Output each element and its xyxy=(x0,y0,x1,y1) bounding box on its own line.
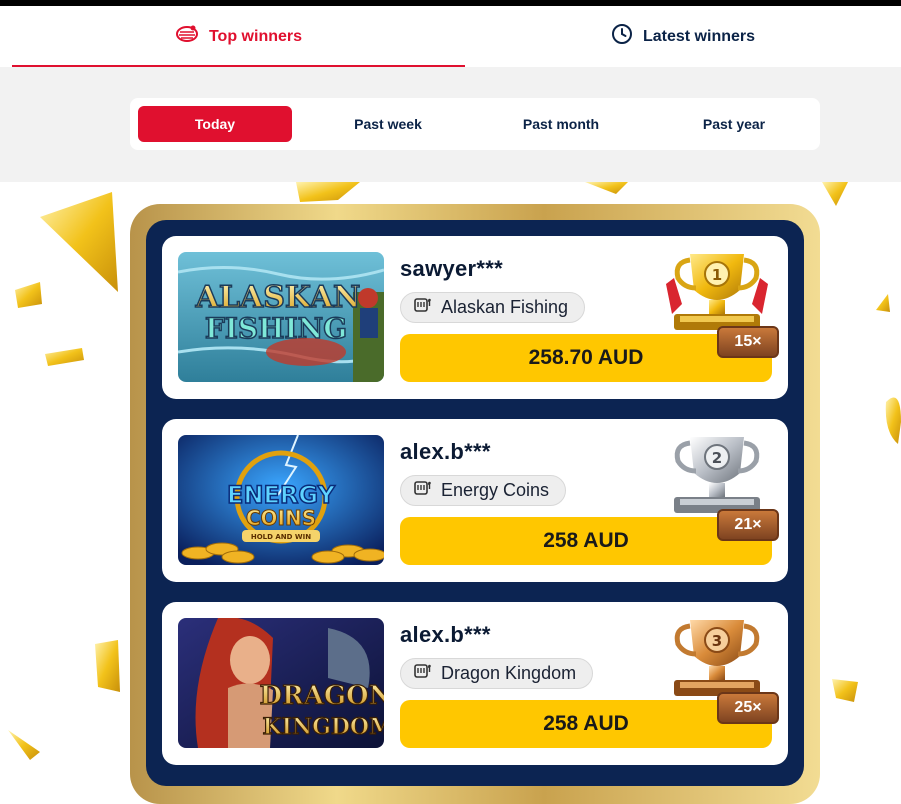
thumb-title-line2: KINGDOM xyxy=(263,714,384,740)
game-link[interactable]: Energy Coins xyxy=(400,475,567,506)
clock-icon xyxy=(611,23,633,50)
gold-trophy-icon: 1 xyxy=(662,244,772,336)
bronze-trophy-icon: 3 xyxy=(662,610,772,702)
silver-trophy-icon: 2 xyxy=(662,427,772,519)
winners-board: ALASKAN FISHING sawyer*** Alaskan Fishin… xyxy=(146,220,804,786)
game-thumbnail-alaskan-fishing[interactable]: ALASKAN FISHING xyxy=(178,252,384,382)
slot-machine-icon xyxy=(413,479,431,502)
thumb-title-line2: COINS xyxy=(246,506,316,530)
winner-card[interactable]: ALASKAN FISHING sawyer*** Alaskan Fishin… xyxy=(162,236,788,399)
game-thumbnail-dragon-kingdom[interactable]: DRAGON KINGDOM xyxy=(178,618,384,748)
period-past-week-button[interactable]: Past week xyxy=(311,106,465,142)
rank-number: 3 xyxy=(712,632,722,650)
slot-machine-icon xyxy=(413,296,431,319)
flame-stack-icon xyxy=(175,24,199,49)
multiplier-badge: 21× xyxy=(717,509,779,541)
winner-card[interactable]: DRAGON KINGDOM alex.b*** Dragon Kingdom … xyxy=(162,602,788,765)
rank-number: 2 xyxy=(712,449,722,467)
multiplier-badge: 15× xyxy=(717,326,779,358)
game-link[interactable]: Dragon Kingdom xyxy=(400,658,594,689)
thumb-title-line1: DRAGON xyxy=(260,681,384,711)
game-link[interactable]: Alaskan Fishing xyxy=(400,292,586,323)
game-name: Energy Coins xyxy=(441,480,550,500)
winners-tabs: Top winners Latest winners xyxy=(0,6,901,67)
tab-top-winners-label: Top winners xyxy=(208,27,303,45)
game-name: Alaskan Fishing xyxy=(441,297,569,317)
game-name: Dragon Kingdom xyxy=(441,663,577,683)
tab-latest-winners-label: Latest winners xyxy=(642,27,756,45)
multiplier-badge: 25× xyxy=(717,692,779,724)
tab-latest-winners[interactable]: Latest winners xyxy=(465,6,901,67)
winner-username: sawyer*** xyxy=(400,256,503,281)
thumb-title-line1: ALASKAN xyxy=(195,280,361,315)
winners-board-frame: ALASKAN FISHING sawyer*** Alaskan Fishin… xyxy=(130,204,820,804)
period-past-year-button[interactable]: Past year xyxy=(657,106,811,142)
period-selector: Today Past week Past month Past year xyxy=(130,98,820,150)
slot-machine-icon xyxy=(413,662,431,685)
period-filter-bar: Today Past week Past month Past year xyxy=(0,67,901,182)
period-today-button[interactable]: Today xyxy=(138,106,292,142)
winner-username: alex.b*** xyxy=(400,622,491,647)
game-thumbnail-energy-coins[interactable]: ENERGY COINS HOLD AND WIN xyxy=(178,435,384,565)
period-past-month-button[interactable]: Past month xyxy=(484,106,638,142)
thumb-title-line3: HOLD AND WIN xyxy=(251,533,311,541)
rank-number: 1 xyxy=(712,266,722,284)
winner-card[interactable]: ENERGY COINS HOLD AND WIN alex.b*** Ener… xyxy=(162,419,788,582)
winner-username: alex.b*** xyxy=(400,439,491,464)
tab-top-winners[interactable]: Top winners xyxy=(12,6,465,67)
thumb-title-line1: ENERGY xyxy=(227,481,336,509)
